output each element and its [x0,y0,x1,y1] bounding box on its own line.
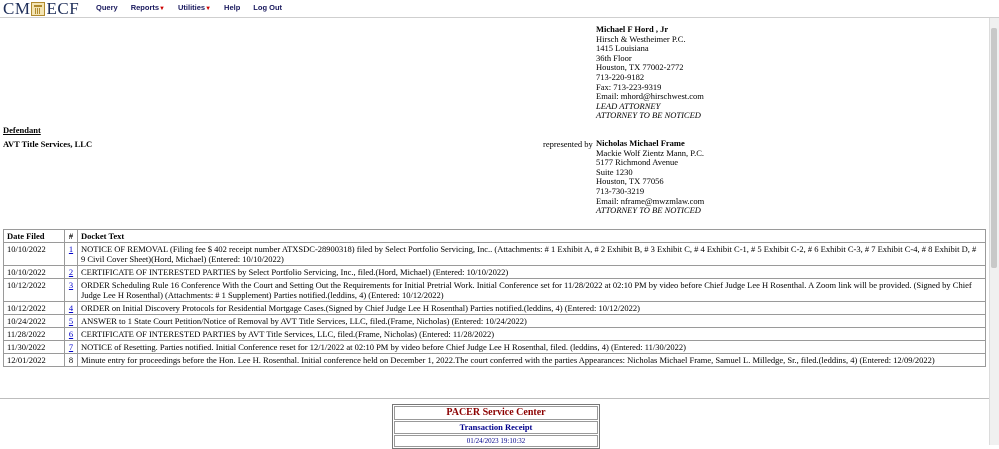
col-date-filed: Date Filed [3,229,65,243]
docket-text: CERTIFICATE OF INTERESTED PARTIES by AVT… [77,327,986,341]
menu-reports[interactable]: Reports▼ [131,3,165,12]
docket-date: 10/10/2022 [3,242,65,266]
docket-text: ORDER Scheduling Rule 16 Conference With… [77,278,986,302]
represented-by-label: represented by [543,139,593,149]
docket-date: 10/24/2022 [3,314,65,328]
docket-document-link[interactable]: 5 [69,316,73,326]
docket-number-cell: 5 [64,314,78,328]
menu-utilities-label: Utilities [177,3,206,12]
vertical-scrollbar[interactable] [989,18,999,445]
docket-text: ORDER on Initial Discovery Protocols for… [77,301,986,315]
docket-row: 10/10/2022 1 NOTICE OF REMOVAL (Filing fee… [3,242,986,266]
docket-date: 10/12/2022 [3,301,65,315]
docket-header-row: Date Filed # Docket Text [3,229,986,243]
docket-document-link[interactable]: 4 [69,303,73,313]
docket-text: ANSWER to 1 State Court Petition/Notice … [77,314,986,328]
docket-document-link[interactable]: 2 [69,267,73,277]
receipt-subtitle: Transaction Receipt [394,421,598,434]
docket-number-cell: 8 [64,353,78,367]
docket-row: 12/01/2022 8 Minute entry for proceedings … [3,353,986,367]
docket-date: 12/01/2022 [3,353,65,367]
attorney-tag: ATTORNEY TO BE NOTICED [596,205,701,216]
docket-number-cell: 1 [64,242,78,266]
docket-row: 10/24/2022 5 ANSWER to 1 State Court Petit… [3,314,986,328]
logo-cm-text: CM [3,0,31,18]
docket-row: 10/12/2022 4 ORDER on Initial Discovery Pr… [3,301,986,315]
docket-number-cell: 7 [64,340,78,354]
cmecf-logo[interactable]: CM ECF [3,0,80,18]
docket-row: 11/30/2022 7 NOTICE of Resetting. Parties … [3,340,986,354]
docket-body: 10/10/2022 1 NOTICE OF REMOVAL (Filing fee… [3,242,986,367]
receipt-datetime: 01/24/2023 19:10:32 [394,435,598,447]
docket-row: 11/28/2022 6 CERTIFICATE OF INTERESTED PAR… [3,327,986,341]
main-menu: Query Reports▼ Utilities▼ Help Log Out [96,3,282,12]
docket-date: 10/10/2022 [3,265,65,279]
menu-help-label: Help [224,3,241,12]
menu-query[interactable]: Query [96,3,118,12]
docket-number-cell: 2 [64,265,78,279]
docket-document-link[interactable]: 7 [69,342,73,352]
attorney-tag: ATTORNEY TO BE NOTICED [596,110,701,121]
caret-down-icon: ▼ [159,6,165,12]
menu-reports-label: Reports [130,3,160,12]
docket-document-link[interactable]: 1 [69,244,73,254]
docket-text: NOTICE of Resetting. Parties notified. I… [77,340,986,354]
caret-down-icon: ▼ [205,6,212,12]
courthouse-seal-icon [31,1,46,16]
docket-date: 11/28/2022 [3,327,65,341]
defendant-header: Defendant [3,125,41,135]
col-docket-text: Docket Text [77,229,986,243]
menu-help[interactable]: Help [224,3,240,12]
docket-number-cell: 6 [64,327,78,341]
docket-number-cell: 3 [64,278,78,302]
divider [0,398,990,399]
docket-table: Date Filed # Docket Text 10/10/2022 1 NOTI… [3,229,986,367]
docket-text: NOTICE OF REMOVAL (Filing fee $ 402 rece… [77,242,986,266]
receipt-title: PACER Service Center [394,406,598,420]
docket-text: CERTIFICATE OF INTERESTED PARTIES by Sel… [77,265,986,279]
top-navigation-bar: CM ECF Query Reports▼ Utilities▼ Help Lo… [0,0,999,18]
docket-text: Minute entry for proceedings before the … [77,353,986,367]
docket-date: 11/30/2022 [3,340,65,354]
menu-logout[interactable]: Log Out [253,3,282,12]
scrollbar-thumb[interactable] [991,28,997,268]
pacer-receipt: PACER Service Center Transaction Receipt… [392,404,600,449]
docket-number-cell: 4 [64,301,78,315]
defendant-attorney-block: Nicholas Michael Frame Mackie Wolf Zient… [596,138,704,216]
plaintiff-attorney-block: Michael F Hord , Jr Hirsch & Westheimer … [596,24,704,121]
menu-utilities[interactable]: Utilities▼ [178,3,211,12]
menu-query-label: Query [96,3,118,12]
docket-document-link[interactable]: 6 [69,329,73,339]
docket-date: 10/12/2022 [3,278,65,302]
col-number: # [64,229,78,243]
defendant-name: AVT Title Services, LLC [3,139,93,149]
docket-row: 10/10/2022 2 CERTIFICATE OF INTERESTED PAR… [3,265,986,279]
docket-document-link[interactable]: 3 [69,280,73,290]
docket-row: 10/12/2022 3 ORDER Scheduling Rule 16 Conf… [3,278,986,302]
logo-ecf-text: ECF [46,0,80,18]
menu-logout-label: Log Out [253,3,283,12]
